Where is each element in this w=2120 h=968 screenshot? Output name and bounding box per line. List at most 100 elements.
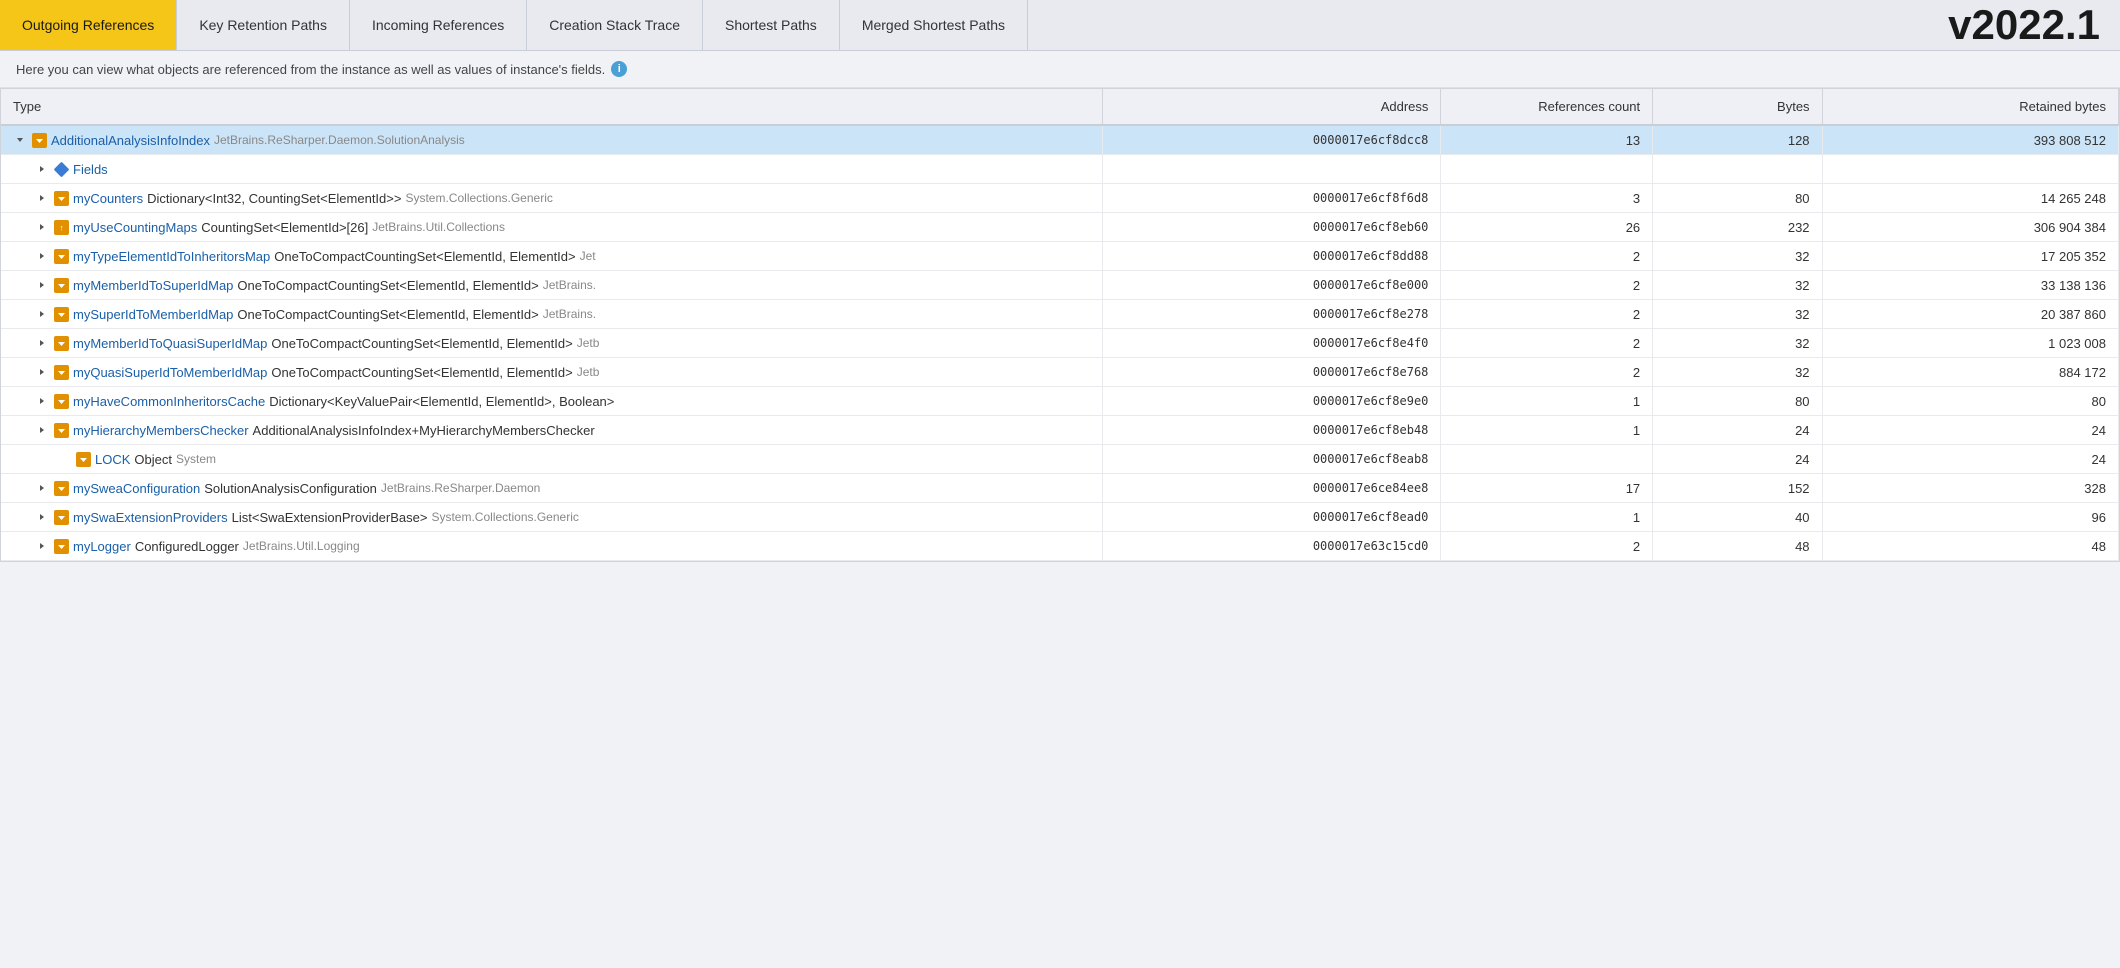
expander[interactable]	[35, 481, 49, 495]
retained-bytes-cell: 48	[1822, 532, 2118, 561]
table-row[interactable]: AdditionalAnalysisInfoIndex JetBrains.Re…	[1, 125, 2119, 155]
references-count-cell: 2	[1441, 329, 1653, 358]
references-count-cell: 2	[1441, 300, 1653, 329]
table-row[interactable]: ▶LOCK Object System0000017e6cf8eab82424	[1, 445, 2119, 474]
address-cell: 0000017e6cf8e768	[1102, 358, 1441, 387]
row-name-type: OneToCompactCountingSet<ElementId, Eleme…	[237, 307, 538, 322]
tab-key-retention-label: Key Retention Paths	[199, 17, 327, 33]
row-name-type: AdditionalAnalysisInfoIndex+MyHierarchyM…	[253, 423, 595, 438]
tab-creation[interactable]: Creation Stack Trace	[527, 0, 703, 50]
row-name-type: Object	[134, 452, 172, 467]
type-cell: myHierarchyMembersChecker AdditionalAnal…	[1, 416, 1102, 445]
table-row[interactable]: myLogger ConfiguredLogger JetBrains.Util…	[1, 532, 2119, 561]
expander[interactable]	[35, 539, 49, 553]
tab-incoming[interactable]: Incoming References	[350, 0, 527, 50]
address-cell: 0000017e6cf8dcc8	[1102, 125, 1441, 155]
expander[interactable]	[35, 249, 49, 263]
expander[interactable]	[35, 423, 49, 437]
orange-icon	[54, 278, 69, 293]
address-cell: 0000017e63c15cd0	[1102, 532, 1441, 561]
type-cell: mySweaConfiguration SolutionAnalysisConf…	[1, 474, 1102, 503]
address-cell: 0000017e6cf8e9e0	[1102, 387, 1441, 416]
expander[interactable]	[35, 278, 49, 292]
row-icon	[53, 161, 69, 177]
row-namespace: Jetb	[577, 336, 600, 350]
row-name-primary: AdditionalAnalysisInfoIndex	[51, 133, 210, 148]
retained-bytes-cell: 17 205 352	[1822, 242, 2118, 271]
table-row[interactable]: myTypeElementIdToInheritorsMap OneToComp…	[1, 242, 2119, 271]
table-row[interactable]: myHierarchyMembersChecker AdditionalAnal…	[1, 416, 2119, 445]
bytes-cell: 40	[1653, 503, 1822, 532]
references-count-cell: 13	[1441, 125, 1653, 155]
expander[interactable]	[35, 220, 49, 234]
svg-text:↑: ↑	[59, 223, 63, 232]
col-retained-bytes[interactable]: Retained bytes	[1822, 89, 2118, 125]
references-count-cell: 1	[1441, 387, 1653, 416]
address-cell	[1102, 155, 1441, 184]
expander[interactable]	[13, 133, 27, 147]
expander[interactable]	[35, 162, 49, 176]
orange-icon	[54, 510, 69, 525]
row-name-primary: mySwaExtensionProviders	[73, 510, 228, 525]
tab-incoming-label: Incoming References	[372, 17, 504, 33]
row-name-primary: myCounters	[73, 191, 143, 206]
address-cell: 0000017e6cf8eb48	[1102, 416, 1441, 445]
retained-bytes-cell: 20 387 860	[1822, 300, 2118, 329]
row-icon	[53, 509, 69, 525]
references-count-cell: 26	[1441, 213, 1653, 242]
col-address[interactable]: Address	[1102, 89, 1441, 125]
address-cell: 0000017e6cf8eb60	[1102, 213, 1441, 242]
table-row[interactable]: myCounters Dictionary<Int32, CountingSet…	[1, 184, 2119, 213]
table-row[interactable]: myMemberIdToQuasiSuperIdMap OneToCompact…	[1, 329, 2119, 358]
row-name-primary: myHierarchyMembersChecker	[73, 423, 249, 438]
tab-key-retention[interactable]: Key Retention Paths	[177, 0, 350, 50]
expander[interactable]	[35, 394, 49, 408]
row-name-type: OneToCompactCountingSet<ElementId, Eleme…	[271, 336, 572, 351]
row-namespace: JetBrains.	[543, 278, 596, 292]
table-row[interactable]: Fields	[1, 155, 2119, 184]
type-cell: myMemberIdToQuasiSuperIdMap OneToCompact…	[1, 329, 1102, 358]
col-bytes[interactable]: Bytes	[1653, 89, 1822, 125]
type-cell: mySwaExtensionProviders List<SwaExtensio…	[1, 503, 1102, 532]
retained-bytes-cell: 33 138 136	[1822, 271, 2118, 300]
row-name-type: OneToCompactCountingSet<ElementId, Eleme…	[271, 365, 572, 380]
table-row[interactable]: mySweaConfiguration SolutionAnalysisConf…	[1, 474, 2119, 503]
orange-icon	[54, 481, 69, 496]
type-cell: myTypeElementIdToInheritorsMap OneToComp…	[1, 242, 1102, 271]
row-namespace: JetBrains.	[543, 307, 596, 321]
table-row[interactable]: myHaveCommonInheritorsCache Dictionary<K…	[1, 387, 2119, 416]
table-row[interactable]: myQuasiSuperIdToMemberIdMap OneToCompact…	[1, 358, 2119, 387]
references-count-cell: 2	[1441, 242, 1653, 271]
tab-merged[interactable]: Merged Shortest Paths	[840, 0, 1028, 50]
row-name-type: Dictionary<Int32, CountingSet<ElementId>…	[147, 191, 401, 206]
col-type[interactable]: Type	[1, 89, 1102, 125]
expander[interactable]	[35, 336, 49, 350]
tab-outgoing[interactable]: Outgoing References	[0, 0, 177, 50]
tab-shortest[interactable]: Shortest Paths	[703, 0, 840, 50]
table-row[interactable]: ↑myUseCountingMaps CountingSet<ElementId…	[1, 213, 2119, 242]
table-row[interactable]: mySuperIdToMemberIdMap OneToCompactCount…	[1, 300, 2119, 329]
row-namespace: System	[176, 452, 216, 466]
address-cell: 0000017e6cf8dd88	[1102, 242, 1441, 271]
col-references-count[interactable]: References count	[1441, 89, 1653, 125]
row-name-primary: LOCK	[95, 452, 130, 467]
type-cell: mySuperIdToMemberIdMap OneToCompactCount…	[1, 300, 1102, 329]
expander[interactable]	[35, 191, 49, 205]
expander[interactable]	[35, 365, 49, 379]
type-cell: AdditionalAnalysisInfoIndex JetBrains.Re…	[1, 125, 1102, 155]
expander[interactable]	[35, 510, 49, 524]
row-name-primary: myHaveCommonInheritorsCache	[73, 394, 265, 409]
expander[interactable]	[35, 307, 49, 321]
row-namespace: JetBrains.Util.Logging	[243, 539, 360, 553]
bytes-cell: 80	[1653, 184, 1822, 213]
bytes-cell: 24	[1653, 445, 1822, 474]
type-cell: myCounters Dictionary<Int32, CountingSet…	[1, 184, 1102, 213]
row-icon	[75, 451, 91, 467]
orange-icon	[32, 133, 47, 148]
references-count-cell	[1441, 445, 1653, 474]
row-name-primary: Fields	[73, 162, 108, 177]
row-name-primary: mySweaConfiguration	[73, 481, 200, 496]
table-row[interactable]: myMemberIdToSuperIdMap OneToCompactCount…	[1, 271, 2119, 300]
table-row[interactable]: mySwaExtensionProviders List<SwaExtensio…	[1, 503, 2119, 532]
retained-bytes-cell: 328	[1822, 474, 2118, 503]
